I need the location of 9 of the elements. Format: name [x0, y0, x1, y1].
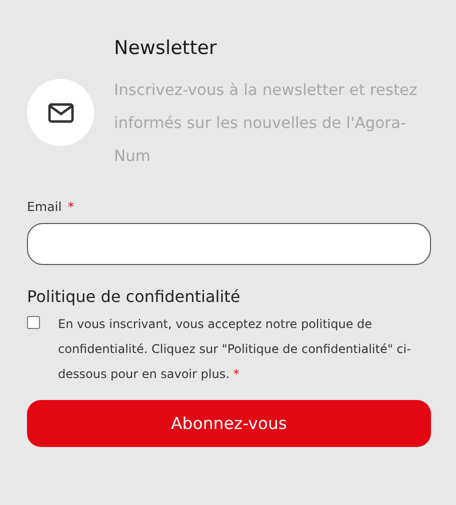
email-label: Email [27, 199, 62, 214]
privacy-consent-text: En vous inscrivant, vous acceptez notre politique de confidentialité. Cliquez sur "Politique de confidentialité" ci-dessous pour en savoir plus. * [58, 316, 412, 383]
subscribe-button[interactable]: Abonnez-vous [27, 400, 431, 447]
email-input[interactable] [27, 223, 431, 265]
required-mark: * [68, 199, 74, 214]
newsletter-title: Newsletter [114, 36, 218, 61]
privacy-heading: Politique de confidentialité [27, 287, 242, 306]
privacy-checkbox[interactable] [27, 316, 40, 329]
newsletter-description: Inscrivez-vous à la newsletter et restez informés sur les nouvelles de l'Agora-Num [114, 80, 418, 167]
